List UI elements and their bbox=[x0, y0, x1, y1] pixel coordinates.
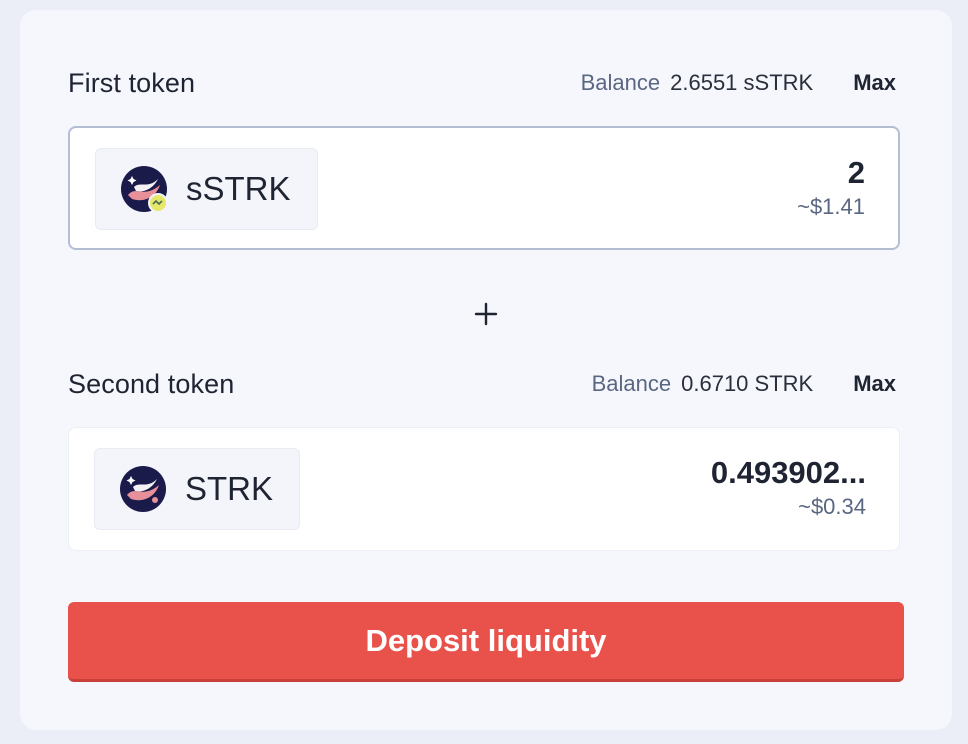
second-token-symbol: STRK bbox=[185, 470, 274, 507]
first-token-header: First token Balance 2.6551 sSTRK Max bbox=[68, 63, 896, 103]
second-max-button[interactable]: Max bbox=[853, 371, 896, 397]
second-amount-value[interactable]: 0.493902... bbox=[711, 454, 866, 492]
first-token-symbol: sSTRK bbox=[186, 170, 291, 207]
second-balance-value: 0.6710 STRK bbox=[681, 371, 814, 396]
first-amount-value[interactable]: 2 bbox=[797, 154, 865, 192]
plus-icon bbox=[472, 300, 500, 328]
second-amount-usd: ~$0.34 bbox=[798, 494, 866, 519]
second-token-header: Second token Balance 0.6710 STRK Max bbox=[68, 364, 896, 404]
second-token-label: Second token bbox=[68, 368, 235, 399]
strk-token-icon bbox=[119, 465, 167, 513]
first-amount-usd: ~$1.41 bbox=[797, 194, 865, 219]
first-amount-group: 2 ~$1.41 bbox=[797, 154, 865, 222]
second-amount-group: 0.493902... ~$0.34 bbox=[711, 454, 866, 522]
first-token-input[interactable]: sSTRK 2 ~$1.41 bbox=[68, 126, 900, 250]
second-token-selector[interactable]: STRK bbox=[94, 448, 301, 530]
first-balance-label: Balance bbox=[580, 70, 661, 95]
second-balance-label: Balance bbox=[591, 371, 672, 396]
first-token-selector[interactable]: sSTRK bbox=[95, 148, 318, 230]
sstrk-token-icon bbox=[120, 165, 168, 213]
first-max-button[interactable]: Max bbox=[853, 70, 896, 96]
first-balance-value: 2.6551 sSTRK bbox=[670, 70, 814, 95]
liquidity-card: First token Balance 2.6551 sSTRK Max sST… bbox=[20, 10, 952, 730]
deposit-liquidity-button[interactable]: Deposit liquidity bbox=[68, 602, 904, 682]
second-token-input[interactable]: STRK 0.493902... ~$0.34 bbox=[68, 427, 900, 551]
first-token-label: First token bbox=[68, 67, 196, 98]
